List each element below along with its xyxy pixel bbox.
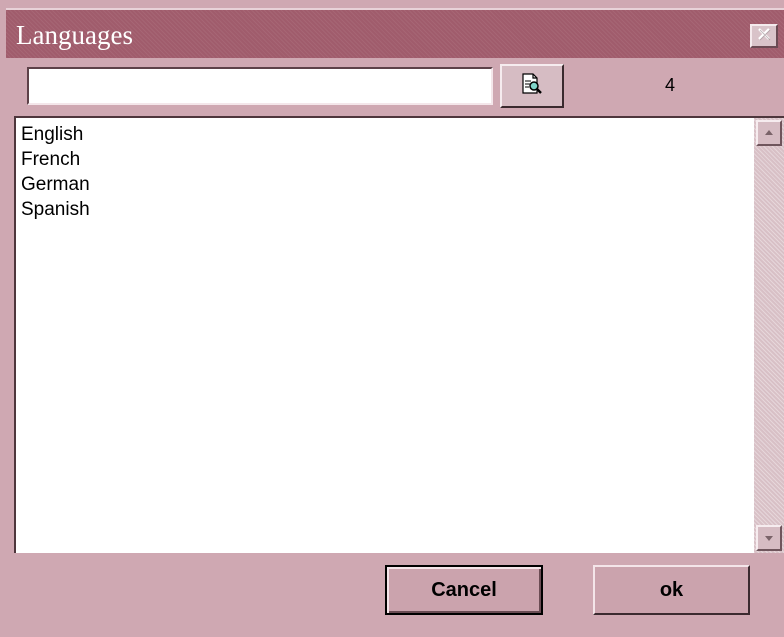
result-count: 4	[664, 75, 675, 95]
close-button[interactable]	[750, 24, 778, 48]
scroll-down-button[interactable]	[756, 525, 782, 551]
window-title: Languages	[16, 20, 133, 50]
list-item[interactable]: Spanish	[21, 197, 90, 222]
scroll-down-arrow-icon	[764, 529, 774, 547]
languages-dialog: Languages 4 English French German Spanis…	[0, 0, 784, 637]
list-item[interactable]: German	[21, 172, 90, 197]
list-item[interactable]: French	[21, 147, 90, 172]
scroll-up-arrow-icon	[764, 124, 774, 142]
list-item[interactable]: English	[21, 122, 90, 147]
vertical-scrollbar[interactable]	[754, 118, 784, 553]
title-bar: Languages	[6, 8, 784, 58]
languages-list[interactable]: English French German Spanish	[14, 116, 784, 553]
ok-button[interactable]: ok	[593, 565, 750, 615]
document-magnifier-icon	[520, 72, 544, 101]
search-row: 4	[0, 58, 784, 116]
dialog-footer: Cancel ok	[0, 553, 784, 637]
search-input[interactable]	[27, 67, 493, 105]
language-items: English French German Spanish	[21, 122, 90, 222]
cancel-button[interactable]: Cancel	[385, 565, 543, 615]
find-button[interactable]	[500, 64, 564, 108]
close-icon	[756, 26, 772, 47]
scroll-up-button[interactable]	[756, 120, 782, 146]
